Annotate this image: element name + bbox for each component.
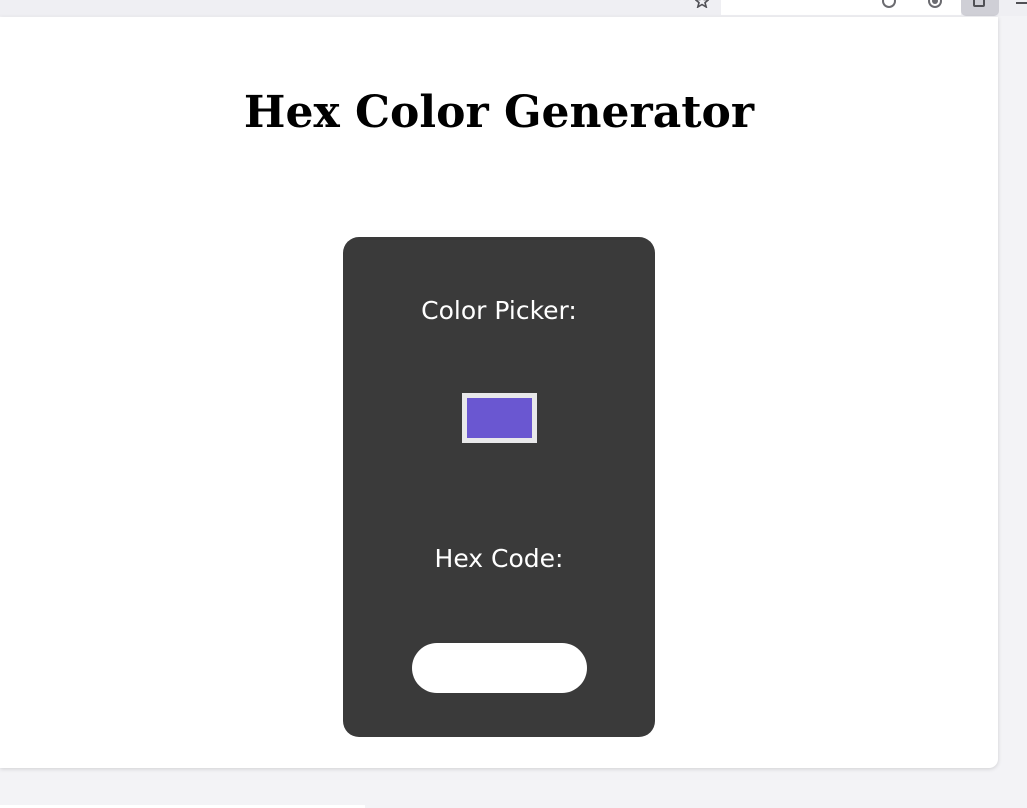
url-bar[interactable]: [721, 0, 961, 15]
hex-code-output[interactable]: [412, 643, 587, 693]
color-card: Color Picker: Hex Code:: [343, 237, 655, 737]
extensions-button[interactable]: [961, 0, 999, 16]
page-content: Hex Color Generator Color Picker: Hex Co…: [0, 17, 998, 768]
extensions-icon: [973, 0, 985, 7]
menu-icon[interactable]: [1016, 2, 1027, 4]
page-title: Hex Color Generator: [243, 87, 755, 138]
browser-toolbar: [0, 0, 1027, 16]
color-picker-input[interactable]: [462, 393, 537, 443]
bookmark-star-icon[interactable]: [695, 0, 709, 8]
hex-code-label: Hex Code:: [434, 544, 564, 573]
color-picker-label: Color Picker:: [421, 296, 577, 325]
